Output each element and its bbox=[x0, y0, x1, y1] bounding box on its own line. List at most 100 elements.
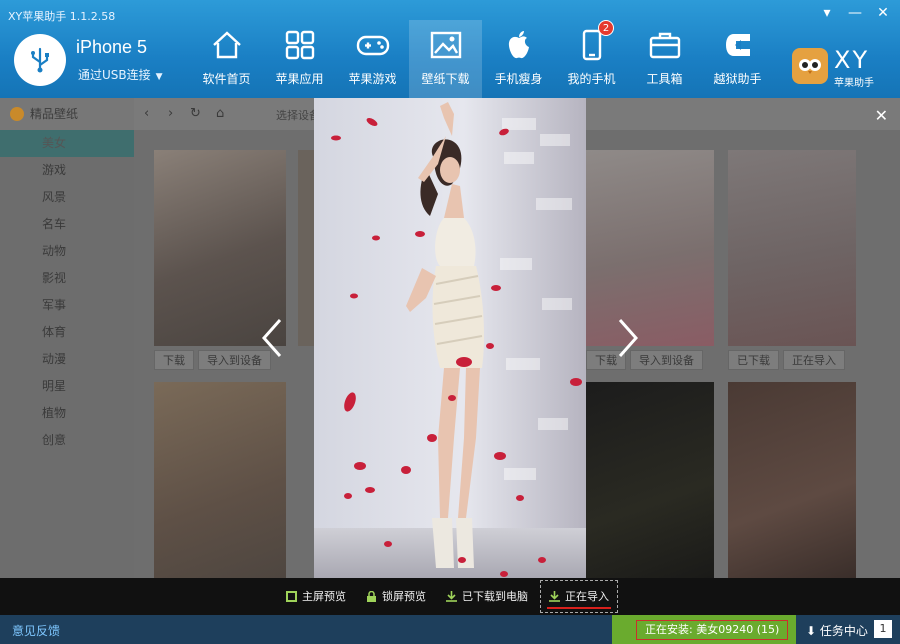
sidebar-item-cars[interactable]: 名车 bbox=[0, 211, 134, 238]
menu-dropdown-icon[interactable]: ▾ bbox=[818, 4, 836, 22]
chevron-down-icon: ▼ bbox=[155, 72, 163, 82]
importing-button[interactable]: 正在导入 bbox=[783, 350, 845, 370]
jailbreak-icon bbox=[725, 34, 750, 56]
star-icon bbox=[10, 107, 24, 121]
back-icon[interactable]: ‹ bbox=[144, 106, 149, 121]
wallpaper-thumb[interactable] bbox=[154, 150, 286, 346]
minimize-icon[interactable]: — bbox=[846, 4, 864, 22]
device-name: iPhone 5 bbox=[76, 37, 148, 57]
wallpaper-thumb[interactable] bbox=[586, 150, 714, 346]
wallpaper-thumb[interactable] bbox=[728, 150, 856, 346]
download-icon bbox=[549, 591, 560, 602]
nav-games[interactable]: 苹果游戏 bbox=[336, 20, 409, 98]
sidebar-header-label: 精品壁纸 bbox=[30, 107, 79, 121]
nav-wallpapers[interactable]: 壁纸下载 bbox=[409, 20, 482, 98]
sidebar-item-creative[interactable]: 创意 bbox=[0, 427, 134, 454]
importing-button[interactable]: 正在导入 bbox=[540, 580, 618, 613]
preview-action-bar: 主屏预览 锁屏预览 已下载到电脑 正在导入 bbox=[0, 578, 900, 615]
nav-label: 手机瘦身 bbox=[494, 72, 543, 86]
nav-label: 我的手机 bbox=[567, 72, 616, 86]
sidebar-item-plants[interactable]: 植物 bbox=[0, 400, 134, 427]
nav-toolbox[interactable]: 工具箱 bbox=[628, 20, 701, 98]
home-icon bbox=[212, 31, 241, 59]
fullscreen-preview-label: 主屏预览 bbox=[302, 590, 346, 603]
brand-name: XY bbox=[834, 46, 870, 74]
thumb-image bbox=[586, 150, 714, 346]
connection-label: 通过USB连接 bbox=[78, 68, 151, 82]
sidebar-item-movies[interactable]: 影视 bbox=[0, 265, 134, 292]
import-button[interactable]: 导入到设备 bbox=[630, 350, 703, 370]
category-sidebar: 精品壁纸 美女 游戏 风景 名车 动物 影视 军事 体育 动漫 明星 植物 创意 bbox=[0, 98, 134, 578]
download-button[interactable]: 下载 bbox=[154, 350, 194, 370]
preview-image bbox=[314, 98, 586, 578]
thumb-actions: 下载 导入到设备 bbox=[154, 350, 271, 370]
screen-icon bbox=[286, 591, 297, 602]
brand-subtitle: 苹果助手 bbox=[834, 78, 874, 89]
nav-label: 苹果游戏 bbox=[348, 72, 397, 86]
wallpaper-thumb[interactable] bbox=[154, 382, 286, 578]
sidebar-item-military[interactable]: 军事 bbox=[0, 292, 134, 319]
task-center-label: 任务中心 bbox=[819, 624, 868, 638]
nav-home[interactable]: 软件首页 bbox=[190, 20, 263, 98]
owl-logo-icon bbox=[792, 48, 828, 84]
download-icon bbox=[446, 591, 457, 602]
install-status-text: 正在安装: 美女09240 (15) bbox=[636, 620, 789, 640]
thumb-image bbox=[154, 150, 286, 346]
previous-arrow-icon[interactable] bbox=[260, 318, 284, 358]
sidebar-header: 精品壁纸 bbox=[0, 98, 134, 130]
sidebar-item-anime[interactable]: 动漫 bbox=[0, 346, 134, 373]
next-arrow-icon[interactable] bbox=[616, 318, 640, 358]
close-window-icon[interactable]: ✕ bbox=[874, 4, 892, 22]
task-center-button[interactable]: ⬇ 任务中心 bbox=[806, 622, 868, 639]
wallpaper-thumb[interactable] bbox=[586, 382, 714, 578]
thumb-actions: 已下载 正在导入 bbox=[728, 350, 845, 370]
importing-label: 正在导入 bbox=[565, 590, 609, 603]
window-controls: ▾ — ✕ bbox=[818, 4, 892, 22]
fullscreen-preview-button[interactable]: 主屏预览 bbox=[286, 578, 346, 615]
app-header: XY苹果助手 1.1.2.58 ▾ — ✕ iPhone 5 通过USB连接 ▼ … bbox=[0, 0, 900, 98]
wallpaper-thumb[interactable] bbox=[728, 382, 856, 578]
sidebar-item-beauty[interactable]: 美女 bbox=[0, 130, 134, 157]
downloaded-to-pc-button[interactable]: 已下载到电脑 bbox=[446, 578, 528, 615]
forward-icon[interactable]: › bbox=[168, 106, 173, 121]
nav-label: 苹果应用 bbox=[275, 72, 324, 86]
main-nav: 软件首页 苹果应用 苹果游戏 壁纸下载 手机瘦身 2 我的手机 工具箱 越狱助手 bbox=[190, 20, 774, 98]
thumb-actions: 下载 导入到设备 bbox=[586, 350, 703, 370]
picture-icon bbox=[430, 31, 461, 59]
usb-icon bbox=[14, 34, 66, 86]
nav-apps[interactable]: 苹果应用 bbox=[263, 20, 336, 98]
connection-selector[interactable]: 通过USB连接 ▼ bbox=[78, 66, 163, 83]
install-status[interactable]: 正在安装: 美女09240 (15) bbox=[612, 615, 796, 644]
refresh-icon[interactable]: ↻ bbox=[190, 106, 201, 121]
sidebar-item-games[interactable]: 游戏 bbox=[0, 157, 134, 184]
sidebar-item-scenery[interactable]: 风景 bbox=[0, 184, 134, 211]
feedback-link[interactable]: 意见反馈 bbox=[12, 622, 60, 639]
apps-grid-icon bbox=[285, 30, 314, 60]
thumb-image bbox=[586, 382, 714, 578]
sidebar-item-animals[interactable]: 动物 bbox=[0, 238, 134, 265]
nav-slim[interactable]: 手机瘦身 bbox=[482, 20, 555, 98]
thumb-image bbox=[154, 382, 286, 578]
window-title: XY苹果助手 1.1.2.58 bbox=[8, 10, 116, 23]
brand-logo: XY 苹果助手 bbox=[792, 46, 888, 89]
nav-jailbreak[interactable]: 越狱助手 bbox=[701, 20, 774, 98]
sidebar-item-stars[interactable]: 明星 bbox=[0, 373, 134, 400]
gamepad-icon bbox=[356, 35, 389, 56]
home-small-icon[interactable]: ⌂ bbox=[216, 106, 224, 121]
thumb-image bbox=[728, 382, 856, 578]
status-bar: 意见反馈 正在安装: 美女09240 (15) ⬇ 任务中心 1 bbox=[0, 615, 900, 644]
nav-label: 越狱助手 bbox=[713, 72, 762, 86]
apple-icon bbox=[508, 31, 529, 59]
close-preview-icon[interactable]: ✕ bbox=[875, 106, 888, 125]
toolbox-icon bbox=[649, 32, 680, 59]
notification-badge: 2 bbox=[598, 20, 614, 36]
lockscreen-preview-button[interactable]: 锁屏预览 bbox=[366, 578, 426, 615]
sidebar-item-sports[interactable]: 体育 bbox=[0, 319, 134, 346]
device-panel[interactable]: iPhone 5 通过USB连接 ▼ bbox=[14, 34, 194, 90]
nav-my-phone[interactable]: 2 我的手机 bbox=[555, 20, 628, 98]
nav-label: 壁纸下载 bbox=[421, 72, 470, 86]
lock-icon bbox=[367, 591, 376, 602]
lockscreen-preview-label: 锁屏预览 bbox=[382, 590, 426, 603]
nav-label: 工具箱 bbox=[646, 72, 683, 86]
downloaded-button[interactable]: 已下载 bbox=[728, 350, 779, 370]
